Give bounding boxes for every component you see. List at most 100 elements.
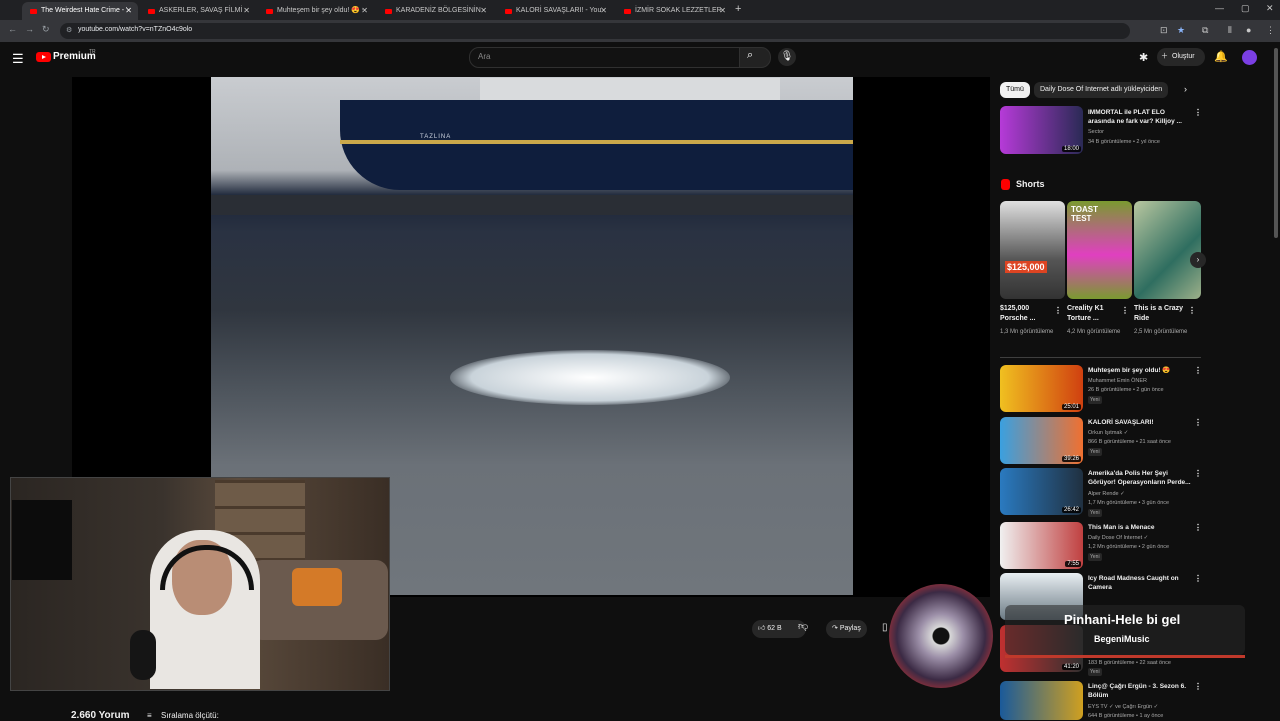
sort-icon[interactable]: ≡ xyxy=(147,711,152,720)
browser-tab[interactable]: The Weirdest Hate Crime - You✕ xyxy=(22,2,138,20)
video-title[interactable]: Amerika'da Polis Her Şeyi Görüyor! Opera… xyxy=(1088,469,1193,487)
close-icon[interactable]: ✕ xyxy=(243,2,250,20)
profile-icon[interactable]: ● xyxy=(1246,25,1251,35)
youtube-favicon-icon xyxy=(505,8,512,14)
bookmark-star-icon[interactable]: ★ xyxy=(1177,25,1185,36)
search-icon[interactable]: ⌕ xyxy=(747,49,753,62)
more-icon[interactable]: ⋮ xyxy=(1194,366,1202,375)
short-views: 1,3 Mn görüntüleme xyxy=(1000,329,1054,335)
song-title: Pinhani-Hele bi gel xyxy=(1064,612,1181,627)
ship-stripe xyxy=(340,140,853,144)
video-title[interactable]: IMMORTAL ile PLAT ELO arasında ne fark v… xyxy=(1088,108,1193,126)
more-icon[interactable]: ⋮ xyxy=(1194,682,1202,691)
address-bar[interactable] xyxy=(60,23,1130,39)
channel-name[interactable]: EYS TV ✓ ve Çağrı Ergün ✓ xyxy=(1088,703,1198,711)
short-thumbnail[interactable]: $125,000 xyxy=(1000,201,1065,299)
minimize-icon[interactable]: — xyxy=(1215,3,1224,13)
sidebar-icon[interactable]: ⫴ xyxy=(1228,25,1232,36)
browser-tab[interactable]: Muhteşem bir şey oldu! 😍 - Yo✕ xyxy=(258,2,374,20)
short-overlay-text: $125,000 xyxy=(1005,261,1047,273)
short-thumbnail[interactable] xyxy=(1134,201,1201,299)
maximize-icon[interactable]: ▢ xyxy=(1241,3,1250,14)
video-thumbnail[interactable]: 7:55 xyxy=(1000,522,1083,569)
tab-title: İZMİR SOKAK LEZZETLERİ - You xyxy=(635,7,721,14)
install-icon[interactable]: ⊡ xyxy=(1160,25,1168,36)
close-icon[interactable]: ✕ xyxy=(480,2,487,20)
cast-icon[interactable]: ✱ xyxy=(1139,51,1148,64)
channel-name[interactable]: Sector xyxy=(1088,128,1198,136)
create-label: Oluştur xyxy=(1172,53,1195,60)
webcam-tv xyxy=(12,500,72,580)
video-title[interactable]: Linç@ Çağrı Ergün - 3. Sezon 6. Bölüm xyxy=(1088,682,1193,700)
more-icon[interactable]: ⋮ xyxy=(1188,306,1196,315)
more-icon[interactable]: ⋮ xyxy=(1194,418,1202,427)
sort-button[interactable]: Sıralama ölçütü: xyxy=(161,711,219,720)
more-icon[interactable]: ⋮ xyxy=(1194,523,1202,532)
more-icon[interactable]: ⋮ xyxy=(1266,25,1275,36)
new-tab-button[interactable]: + xyxy=(735,3,741,15)
plus-icon: ＋ xyxy=(1161,53,1168,60)
back-icon[interactable]: ← xyxy=(8,24,17,34)
search-button[interactable] xyxy=(739,47,771,68)
close-icon[interactable]: ✕ xyxy=(600,2,607,20)
close-icon[interactable]: ✕ xyxy=(361,2,368,20)
short-title[interactable]: This is a Crazy Ride xyxy=(1134,304,1189,324)
scrollbar[interactable] xyxy=(1274,48,1278,238)
video-thumbnail[interactable]: 39:26 xyxy=(1000,417,1083,464)
browser-tab[interactable]: KALORİ SAVAŞLARI! - YouTube✕ xyxy=(497,2,613,20)
microphone-icon[interactable]: 🎙 xyxy=(778,48,796,66)
tab-title: KALORİ SAVAŞLARI! - YouTube xyxy=(516,7,602,14)
menu-icon[interactable]: ☰ xyxy=(12,51,24,67)
browser-tab[interactable]: ASKERLER, SAVAŞ FİLMİ SAHNE✕ xyxy=(140,2,256,20)
browser-tab[interactable]: KARADENİZ BÖLGESİNİN EN Ç✕ xyxy=(377,2,493,20)
dislike-icon[interactable]: 👎︎ xyxy=(798,620,808,632)
chip-all[interactable]: Tümü xyxy=(1000,82,1030,98)
more-icon[interactable]: ⋮ xyxy=(1054,306,1062,315)
video-thumbnail[interactable]: 26:42 xyxy=(1000,468,1083,515)
youtube-logo-icon[interactable] xyxy=(36,52,51,62)
reload-icon[interactable]: ↻ xyxy=(42,24,50,35)
more-icon[interactable]: ⋮ xyxy=(1194,574,1202,583)
search-input[interactable] xyxy=(469,47,741,68)
save-icon[interactable]: ▯ xyxy=(882,622,888,633)
video-thumbnail[interactable]: 25:01 xyxy=(1000,365,1083,412)
url-text[interactable]: youtube.com/watch?v=nTZnO4c9olo xyxy=(78,26,192,33)
extensions-icon[interactable]: ⧉ xyxy=(1202,25,1208,36)
short-title[interactable]: Creality K1 Torture ... xyxy=(1067,304,1122,324)
video-title[interactable]: Icy Road Madness Caught on Camera xyxy=(1088,574,1193,592)
browser-tab[interactable]: İZMİR SOKAK LEZZETLERİ - You✕ xyxy=(616,2,732,20)
thumbs-up-icon: 👍︎ xyxy=(758,625,768,632)
chevron-right-icon[interactable]: › xyxy=(1190,252,1206,268)
short-overlay-text: TOAST TEST xyxy=(1071,205,1098,223)
video-title[interactable]: This Man is a Menace xyxy=(1088,523,1193,532)
video-thumbnail[interactable]: 18:00 xyxy=(1000,106,1083,154)
video-title[interactable]: Muhteşem bir şey oldu! 😍 xyxy=(1088,366,1193,375)
video-title[interactable]: KALORİ SAVAŞLARI! xyxy=(1088,418,1193,427)
youtube-favicon-icon xyxy=(624,8,631,14)
close-icon[interactable]: ✕ xyxy=(125,2,132,20)
chevron-right-icon[interactable]: › xyxy=(1184,84,1187,94)
channel-name[interactable]: Muhammet Emin ÖNER xyxy=(1088,377,1198,385)
chip-uploader[interactable]: Daily Dose Of Internet adlı yükleyiciden xyxy=(1034,82,1169,98)
short-thumbnail[interactable]: TOAST TEST xyxy=(1067,201,1132,299)
share-button[interactable]: ↷ Paylaş xyxy=(826,620,867,638)
video-meta: 34 B görüntüleme • 2 yıl önce xyxy=(1088,139,1160,145)
channel-name[interactable]: Alper Rende ✓ xyxy=(1088,490,1198,498)
video-thumbnail[interactable] xyxy=(1000,681,1083,720)
site-info-icon[interactable]: ⚙ xyxy=(66,26,72,34)
forward-icon[interactable]: → xyxy=(25,24,34,34)
video-meta: 183 B görüntüleme • 22 saat önce xyxy=(1088,660,1171,666)
channel-name[interactable]: Daily Dose Of Internet ✓ xyxy=(1088,534,1198,542)
notifications-bell-icon[interactable]: 🔔 xyxy=(1214,50,1228,63)
more-icon[interactable]: ⋮ xyxy=(1194,108,1202,117)
avatar[interactable] xyxy=(1242,50,1257,65)
more-icon[interactable]: ⋮ xyxy=(1121,306,1129,315)
more-icon[interactable]: ⋮ xyxy=(1194,469,1202,478)
tab-title: The Weirdest Hate Crime - You xyxy=(41,7,127,14)
short-title[interactable]: $125,000 Porsche ... xyxy=(1000,304,1055,324)
duration-badge: 25:01 xyxy=(1061,404,1081,410)
close-window-icon[interactable]: ✕ xyxy=(1266,3,1274,14)
create-button[interactable]: ＋ Oluştur xyxy=(1157,48,1205,66)
close-icon[interactable]: ✕ xyxy=(719,2,726,20)
channel-name[interactable]: Orkun Işıtmak ✓ xyxy=(1088,429,1198,437)
